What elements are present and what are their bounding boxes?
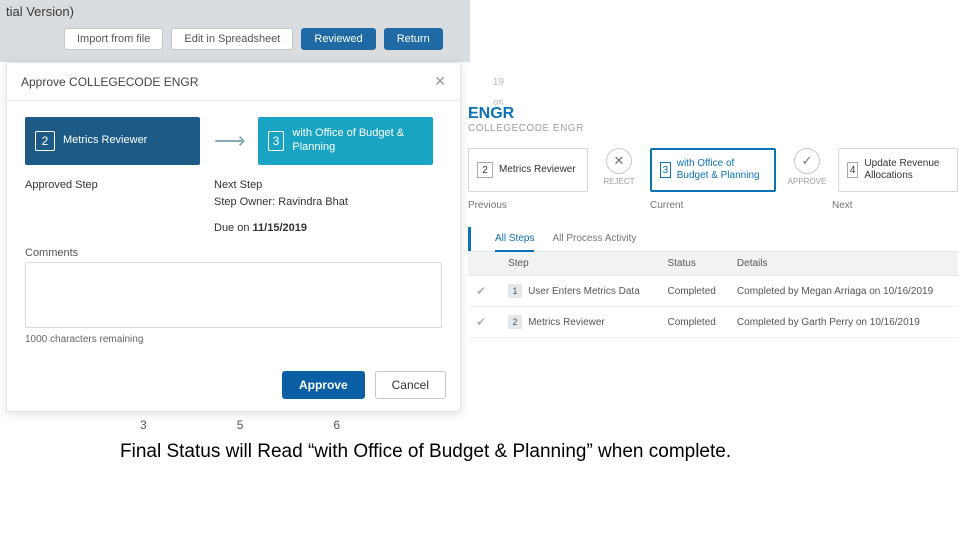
- previous-step-card[interactable]: 2 Metrics Reviewer: [468, 148, 588, 192]
- edit-in-spreadsheet-button[interactable]: Edit in Spreadsheet: [171, 28, 293, 50]
- approve-button[interactable]: Approve: [282, 371, 365, 399]
- workflow-panel: ENGR COLLEGECODE ENGR 2 Metrics Reviewer…: [468, 105, 958, 365]
- arrow-right-icon: ⟶: [214, 128, 244, 154]
- comments-label: Comments: [25, 247, 442, 259]
- stage-current-label: Current: [650, 200, 770, 211]
- approved-step-card: 2 Metrics Reviewer: [25, 117, 200, 165]
- reject-button[interactable]: ✕ REJECT: [596, 148, 642, 186]
- next-step-label: Next Step: [214, 177, 389, 194]
- import-from-file-button[interactable]: Import from file: [64, 28, 163, 50]
- table-row: ✔ 2Metrics Reviewer Completed Completed …: [468, 307, 958, 338]
- step-label: with Office of Budget & Planning: [292, 127, 422, 155]
- step-label: Metrics Reviewer: [63, 134, 147, 148]
- reviewed-button[interactable]: Reviewed: [301, 28, 375, 50]
- col-status: Status: [659, 252, 728, 276]
- reject-icon: ✕: [606, 148, 632, 174]
- col-details: Details: [729, 252, 958, 276]
- steps-history-table: Step Status Details ✔ 1User Enters Metri…: [468, 252, 958, 338]
- modal-title: Approve COLLEGECODE ENGR: [21, 75, 198, 89]
- approve-modal: Approve COLLEGECODE ENGR ✕ 2 Metrics Rev…: [6, 62, 461, 412]
- stage-previous-label: Previous: [468, 200, 588, 211]
- approve-step-button[interactable]: ✓ APPROVE: [784, 148, 830, 186]
- return-button[interactable]: Return: [384, 28, 443, 50]
- axis-numbers: 3 5 6: [140, 418, 340, 432]
- due-label: Due on: [214, 222, 249, 234]
- step-owner-label: Step Owner:: [214, 196, 275, 208]
- check-icon: ✔: [476, 315, 486, 329]
- tab-all-process-activity[interactable]: All Process Activity: [552, 227, 636, 251]
- step-owner-value: Ravindra Bhat: [278, 196, 348, 208]
- next-step-card: 3 with Office of Budget & Planning: [258, 117, 433, 165]
- unit-code: ENGR: [468, 105, 958, 123]
- current-step-card[interactable]: 3 with Office of Budget & Planning: [650, 148, 776, 192]
- due-date: 11/15/2019: [253, 222, 307, 234]
- table-row: ✔ 1User Enters Metrics Data Completed Co…: [468, 276, 958, 307]
- background-toolbar: tial Version) Import from file Edit in S…: [0, 0, 470, 62]
- col-step: Step: [500, 252, 659, 276]
- next-step-card[interactable]: 4 Update Revenue Allocations: [838, 148, 958, 192]
- approve-icon: ✓: [794, 148, 820, 174]
- step-number: 2: [35, 131, 55, 151]
- cancel-button[interactable]: Cancel: [375, 371, 446, 399]
- stage-next-label: Next: [832, 200, 952, 211]
- comments-textarea[interactable]: [25, 262, 442, 328]
- unit-subtitle: COLLEGECODE ENGR: [468, 123, 958, 134]
- close-icon[interactable]: ✕: [434, 73, 446, 90]
- approved-step-label: Approved Step: [25, 177, 200, 194]
- check-icon: ✔: [476, 284, 486, 298]
- step-number: 3: [268, 131, 285, 151]
- slide-caption: Final Status will Read “with Office of B…: [120, 440, 820, 465]
- characters-remaining: 1000 characters remaining: [25, 334, 442, 345]
- title-fragment: tial Version): [0, 0, 80, 23]
- tab-all-steps[interactable]: All Steps: [495, 227, 534, 252]
